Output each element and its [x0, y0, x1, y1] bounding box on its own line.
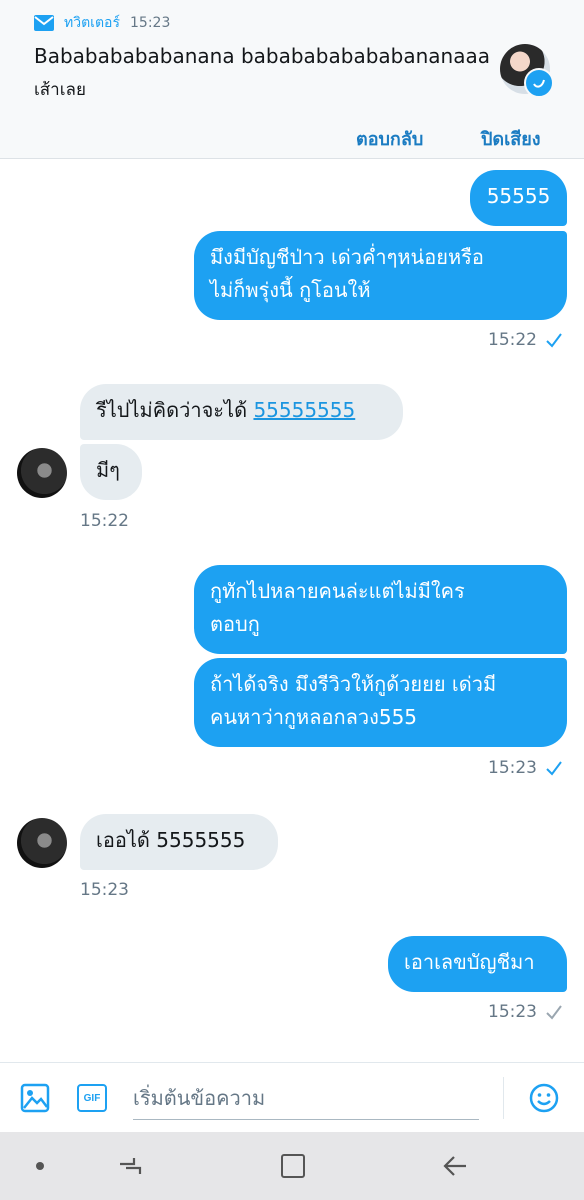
read-check-icon	[546, 333, 562, 348]
emoji-icon[interactable]	[529, 1083, 559, 1113]
recents-icon[interactable]	[105, 1132, 155, 1200]
image-icon[interactable]	[20, 1083, 50, 1113]
back-icon[interactable]	[430, 1132, 480, 1200]
message-text-line: กูทักไปหลายคนล่ะแต่ไม่มีใคร	[210, 579, 465, 603]
message-text-line: ถ้าได้จริง มึงรีวิวให้กูด้วยยย เด่วมี	[210, 672, 497, 696]
message-text: เออได้ 5555555	[96, 828, 246, 852]
message-link[interactable]: 55555555	[253, 398, 355, 422]
message-text: มีๆ	[96, 458, 120, 482]
message-bubble-incoming[interactable]: มีๆ	[80, 444, 142, 500]
contact-avatar[interactable]	[17, 818, 67, 868]
message-text-line: คนหาว่ากูหลอกลวง555	[210, 705, 418, 729]
message-timestamp: 15:22	[488, 330, 563, 350]
message-bubble-incoming[interactable]: รีไปไม่คิดว่าจะได้ 55555555	[80, 384, 403, 440]
message-text: รีไปไม่คิดว่าจะได้	[96, 398, 254, 422]
compose-divider	[503, 1077, 504, 1119]
message-text-line: ตอบกู	[210, 612, 260, 636]
message-bubble-outgoing[interactable]: เอาเลขบัญชีมา	[388, 936, 567, 992]
message-input[interactable]	[133, 1077, 479, 1120]
reply-badge-icon	[524, 68, 554, 98]
contact-avatar[interactable]	[17, 448, 67, 498]
message-text: 55555	[486, 184, 551, 208]
read-check-icon	[546, 761, 562, 776]
message-text: เอาเลขบัญชีมา	[404, 950, 535, 974]
mail-icon	[34, 15, 54, 31]
gif-icon[interactable]: GIF	[77, 1084, 107, 1112]
notification-body: เส้าเลย	[34, 80, 86, 100]
mute-action-button[interactable]: ปิดเสียง	[481, 124, 541, 153]
compose-bar: GIF	[0, 1062, 584, 1133]
message-bubble-outgoing[interactable]: ถ้าได้จริง มึงรีวิวให้กูด้วยยย เด่วมี คน…	[194, 658, 567, 747]
dot-icon[interactable]	[20, 1132, 60, 1200]
message-timestamp: 15:23	[488, 758, 563, 778]
notification-card[interactable]: ทวิตเตอร์ 15:23 Babababababanana bababab…	[0, 0, 584, 159]
message-bubble-outgoing[interactable]: กูทักไปหลายคนล่ะแต่ไม่มีใคร ตอบกู	[194, 565, 567, 654]
sent-check-icon	[546, 1005, 562, 1020]
system-navigation-bar	[0, 1132, 584, 1200]
notification-time: 15:23	[130, 15, 171, 31]
message-bubble-outgoing[interactable]: มึงมีบัญชีป่าว เด่วค่ำๆหน่อยหรือ ไม่ก็พร…	[194, 231, 567, 320]
message-text-line: มึงมีบัญชีป่าว เด่วค่ำๆหน่อยหรือ	[210, 245, 484, 269]
message-bubble-outgoing[interactable]: 55555	[470, 170, 567, 226]
gif-label: GIF	[83, 1092, 101, 1104]
notification-title: Babababababanana bababababababananaaa	[34, 44, 490, 68]
home-icon[interactable]	[268, 1132, 318, 1200]
message-text-line: ไม่ก็พรุ่งนี้ กูโอนให้	[210, 278, 371, 302]
message-timestamp: 15:23	[488, 1002, 563, 1022]
message-timestamp: 15:22	[80, 511, 129, 531]
reply-action-button[interactable]: ตอบกลับ	[356, 124, 423, 153]
message-timestamp: 15:23	[80, 880, 129, 900]
notification-header: ทวิตเตอร์ 15:23	[34, 12, 170, 34]
sender-avatar	[500, 44, 554, 98]
message-bubble-incoming[interactable]: เออได้ 5555555	[80, 814, 278, 870]
app-name: ทวิตเตอร์	[64, 15, 120, 31]
